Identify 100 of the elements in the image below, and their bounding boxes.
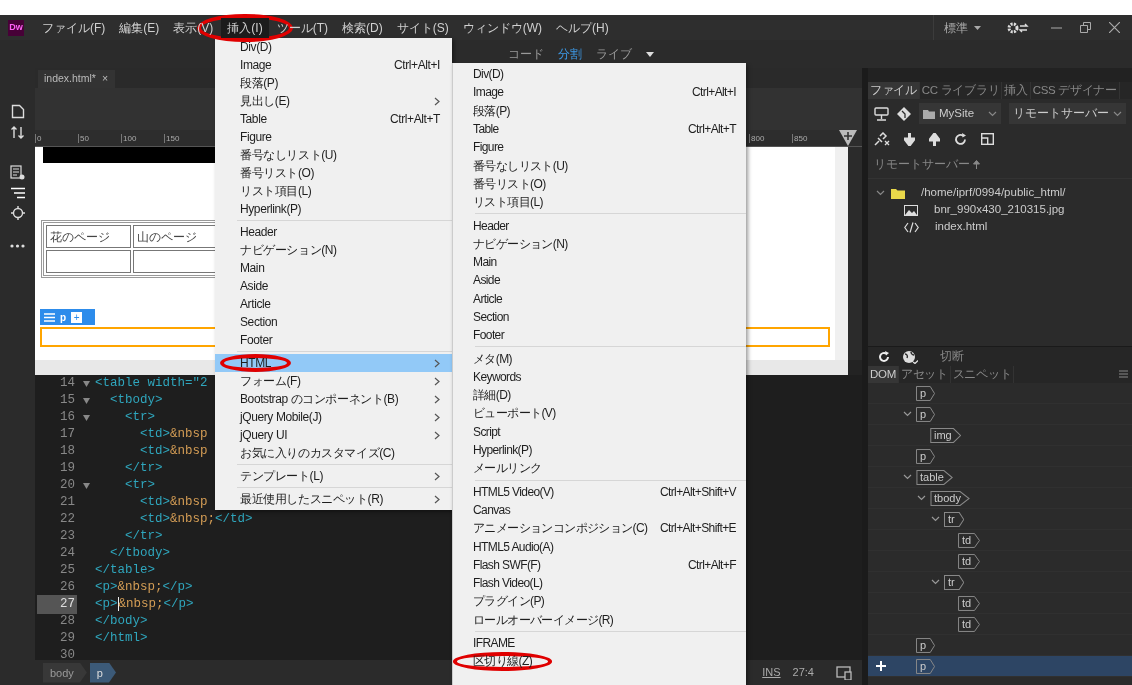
menu-item[interactable]: HTML5 Audio(A): [453, 537, 746, 556]
menu-item[interactable]: 段落(P): [453, 101, 746, 120]
tag-label[interactable]: tr: [944, 511, 964, 527]
dom-row[interactable]: p: [868, 446, 1132, 467]
dom-row[interactable]: td: [868, 530, 1132, 551]
menu-item[interactable]: Table Ctrl+Alt+T: [453, 119, 746, 139]
add-icon[interactable]: [876, 661, 886, 671]
refresh-icon[interactable]: [954, 132, 967, 146]
file-item[interactable]: /home/iprf/0994/public_html/: [868, 184, 1132, 202]
menu-item[interactable]: 区切り線(Z): [453, 652, 746, 671]
menu-item[interactable]: ウィンドウ(W): [456, 17, 548, 38]
disconnect-icon[interactable]: [874, 132, 890, 147]
tag-label[interactable]: table: [916, 469, 953, 485]
menu-item[interactable]: 詳細(D): [453, 386, 746, 405]
tag-label[interactable]: p: [916, 406, 936, 422]
panel-tab[interactable]: CC ライブラリ: [919, 82, 1003, 99]
menu-item[interactable]: Div(D): [215, 38, 452, 56]
dom-row[interactable]: p: [868, 383, 1132, 404]
ruler-marker-icon[interactable]: [839, 130, 857, 146]
menu-icon[interactable]: [44, 312, 55, 322]
dom-row[interactable]: p: [868, 404, 1132, 425]
refresh-icon[interactable]: [878, 350, 890, 363]
close-icon[interactable]: [1109, 22, 1120, 33]
fold-icon[interactable]: [82, 380, 90, 387]
menu-item[interactable]: Figure: [215, 128, 452, 146]
panel-tab[interactable]: スニペット: [950, 366, 1015, 383]
dom-row[interactable]: tbody: [868, 488, 1132, 509]
file-item[interactable]: bnr_990x430_210315.jpg: [868, 201, 1132, 219]
menu-item[interactable]: Script: [453, 422, 746, 441]
menu-item[interactable]: Image Ctrl+Alt+I: [453, 83, 746, 102]
tag-label[interactable]: tr: [944, 574, 964, 590]
device-preview-icon[interactable]: [836, 665, 852, 680]
outline-icon[interactable]: [10, 187, 25, 199]
dom-row[interactable]: td: [868, 551, 1132, 572]
tag-label[interactable]: td: [958, 616, 981, 632]
dom-row[interactable]: td: [868, 593, 1132, 614]
menu-item[interactable]: jQuery Mobile(J): [215, 408, 452, 426]
menu-item[interactable]: Aside: [453, 271, 746, 290]
menu-item[interactable]: 番号リスト(O): [453, 174, 746, 194]
tag-label[interactable]: p: [916, 637, 936, 653]
tag-label[interactable]: p: [916, 385, 936, 401]
fold-icon[interactable]: [82, 482, 90, 489]
menu-item[interactable]: メールリンク: [453, 459, 746, 478]
menu-item[interactable]: ナビゲーション(N): [453, 234, 746, 253]
menu-item[interactable]: サイト(S): [390, 17, 455, 38]
menu-item[interactable]: ファイル(F): [36, 17, 112, 38]
view-tab[interactable]: ライブ: [596, 45, 632, 63]
arrow-up-icon[interactable]: [929, 132, 940, 146]
menu-item[interactable]: Section: [453, 307, 746, 327]
tag-label[interactable]: td: [958, 595, 981, 611]
tag-label[interactable]: td: [958, 532, 981, 548]
dom-row[interactable]: img: [868, 425, 1132, 446]
menu-item[interactable]: Article: [215, 295, 452, 313]
target-icon[interactable]: [10, 206, 25, 220]
caret-icon[interactable]: [646, 51, 654, 57]
menu-item[interactable]: 見出し(E): [215, 92, 452, 110]
sort-up-icon[interactable]: [973, 160, 980, 170]
menu-item[interactable]: 段落(P): [215, 74, 452, 92]
file-icon[interactable]: [10, 104, 25, 119]
arrow-down-icon[interactable]: [904, 132, 915, 146]
menu-item[interactable]: Table Ctrl+Alt+T: [215, 110, 452, 128]
menu-item[interactable]: Image Ctrl+Alt+I: [215, 56, 452, 74]
menu-item[interactable]: プラグイン(P): [453, 592, 746, 611]
panel-tab[interactable]: 挿入: [1002, 82, 1031, 99]
menu-item[interactable]: 番号なしリスト(U): [215, 146, 452, 164]
panel-tab[interactable]: ファイル: [868, 82, 920, 99]
view-tab[interactable]: 分割: [558, 45, 582, 63]
menu-item[interactable]: Article: [453, 289, 746, 308]
menu-item[interactable]: フォーム(F): [215, 372, 452, 390]
menu-item[interactable]: Div(D): [453, 65, 746, 84]
menu-item[interactable]: メタ(M): [453, 349, 746, 368]
menu-item[interactable]: Main: [215, 259, 452, 277]
scrollbar[interactable]: [835, 147, 848, 360]
menu-item[interactable]: Bootstrap のコンポーネント(B): [215, 390, 452, 408]
site-dropdown[interactable]: MySite: [919, 103, 1001, 125]
menu-item[interactable]: Keywords: [453, 367, 746, 387]
menu-item[interactable]: 最近使用したスニペット(R): [215, 490, 452, 508]
menu-item[interactable]: ツール(T): [270, 17, 334, 38]
menu-item[interactable]: リスト項目(L): [215, 182, 452, 200]
globe-icon[interactable]: [902, 349, 918, 364]
gear-sync-icon[interactable]: [1007, 20, 1029, 35]
menu-item[interactable]: テンプレート(L): [215, 467, 452, 485]
connection-status[interactable]: 切断: [940, 347, 964, 366]
menu-item[interactable]: Hyperlink(P): [215, 200, 452, 218]
menu-item[interactable]: 編集(E): [113, 17, 166, 38]
menu-item[interactable]: ロールオーバーイメージ(R): [453, 610, 746, 629]
tag-label[interactable]: tbody: [930, 490, 970, 506]
menu-item[interactable]: ビューポート(V): [453, 404, 746, 423]
dom-row[interactable]: p: [868, 656, 1132, 677]
server-dropdown[interactable]: リモートサーバー: [1009, 103, 1126, 125]
dom-row[interactable]: tr: [868, 509, 1132, 530]
menu-item[interactable]: Footer: [215, 331, 452, 349]
menu-item[interactable]: 検索(D): [336, 17, 389, 38]
menu-item[interactable]: Footer: [453, 326, 746, 345]
tag-label[interactable]: td: [958, 553, 981, 569]
server-icon[interactable]: [874, 106, 889, 121]
breadcrumb[interactable]: body: [43, 662, 87, 683]
panel-tab[interactable]: アセット: [898, 366, 951, 383]
close-button[interactable]: ×: [101, 71, 109, 87]
fold-icon[interactable]: [82, 397, 90, 404]
